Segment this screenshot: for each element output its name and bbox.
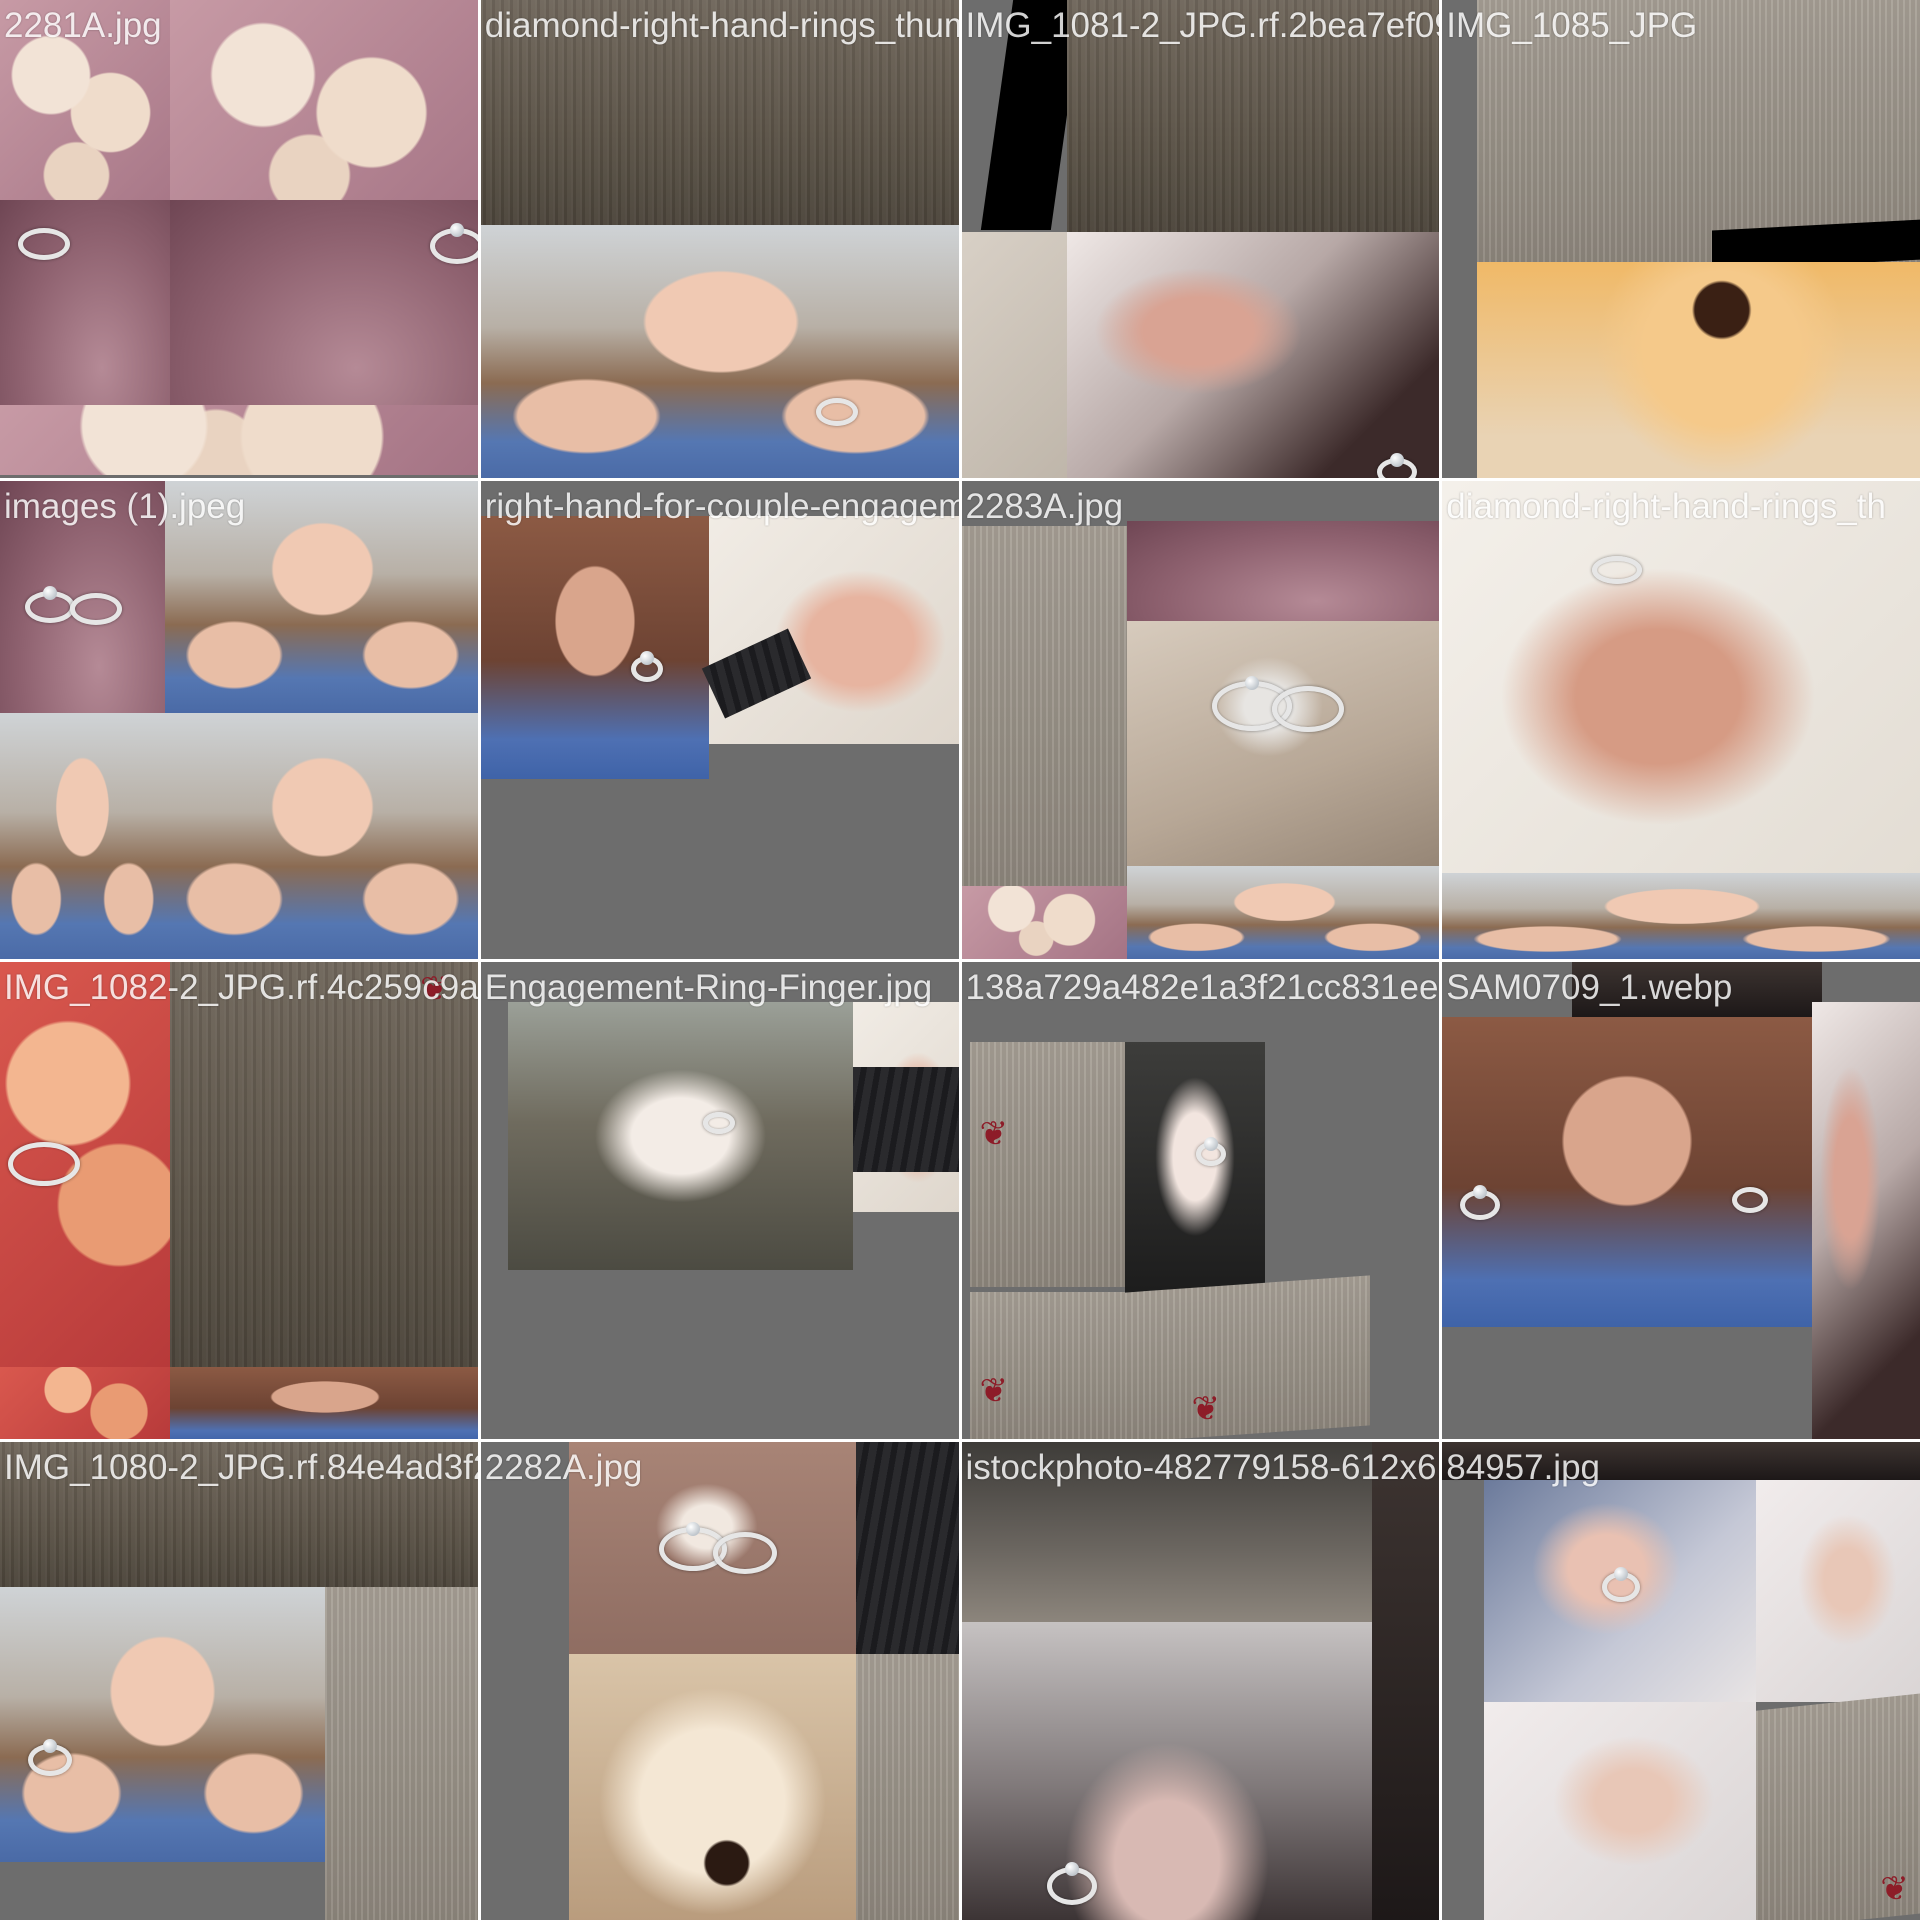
grid-tile[interactable]: 2282A.jpg: [480, 1442, 959, 1920]
flowers-photo: [0, 405, 478, 475]
wood-photo: [1066, 0, 1440, 232]
portrait-photo: [0, 712, 165, 959]
butterfly-icon: ❦: [1191, 1389, 1221, 1428]
butterfly-icon: ❦: [1880, 1870, 1909, 1909]
portrait-photo: [0, 1587, 325, 1863]
wood-photo: [969, 1041, 1125, 1287]
portrait-photo: [480, 515, 709, 779]
pink-table-photo: [1126, 520, 1440, 621]
butterfly-icon: ❦: [979, 1114, 1009, 1153]
grid-tile[interactable]: SAM0709_1.webp: [1442, 961, 1920, 1440]
grid-tile[interactable]: images (1).jpeg: [0, 480, 478, 959]
wood-photo: [170, 961, 478, 1367]
portrait-photo: [170, 1366, 478, 1440]
wood-photo: [969, 1291, 1125, 1440]
grid-tile[interactable]: ❦ 84957.jpg: [1442, 1442, 1920, 1920]
grid-tile[interactable]: ❦ ❦ ❦ 138a729a482e1a3f21cc831ee5391d2e0.…: [961, 961, 1440, 1440]
hand-photo: [1442, 480, 1920, 873]
flowers-photo: [961, 885, 1127, 959]
hand-photo: [1812, 1001, 1920, 1440]
wood-photo: [0, 1442, 478, 1588]
grid-tile[interactable]: ❦ IMG_1082-2_JPG.rf.4c259c9a8ca6c5bef756…: [0, 961, 478, 1440]
portrait-photo: [480, 225, 959, 478]
hand-photo: [507, 1001, 853, 1270]
portrait-photo: [165, 480, 478, 713]
portrait-photo: [165, 712, 478, 959]
ring-icon: [18, 228, 70, 260]
wood-photo: [480, 0, 959, 225]
paper-photo: [1126, 620, 1440, 866]
portrait-photo: [1442, 872, 1920, 959]
hands-photo: [1484, 1702, 1757, 1920]
wood-photo: [855, 1654, 959, 1920]
file-caption: 2283A.jpg: [965, 486, 1124, 526]
ring-icon: [1046, 1862, 1097, 1906]
hand-photo: [1124, 1041, 1265, 1297]
ring-icon: [1460, 1184, 1501, 1220]
grid-tile[interactable]: IMG_1080-2_JPG.rf.84e4ad3f2bfe9cfb3a30: [0, 1442, 478, 1920]
dark-photo: [1572, 961, 1823, 1017]
ring-icon: [630, 650, 663, 682]
grid-tile[interactable]: istockphoto-482779158-612x612.jpg: [961, 1442, 1440, 1920]
textured-photo: [961, 232, 1067, 478]
grid-tile[interactable]: right-hand-for-couple-engagement-ring-11: [480, 480, 959, 959]
sleeve-photo: [852, 1066, 959, 1172]
ring-icon: [1271, 685, 1344, 732]
grid-tile[interactable]: diamond-right-hand-rings_th: [1442, 480, 1920, 959]
ring-icon: [8, 1141, 80, 1186]
portrait-photo: [1126, 865, 1440, 959]
wood-photo: [1124, 1274, 1370, 1440]
ring-icon: [25, 585, 75, 623]
woman-photo: [1066, 232, 1440, 478]
ring-icon: [1376, 453, 1417, 478]
pink-table-photo: [170, 200, 478, 410]
ring-icon: [430, 223, 478, 264]
file-caption: 138a729a482e1a3f21cc831ee5391d2e0.jpg: [965, 967, 1440, 1007]
grid-tile[interactable]: IMG_1085_JPG: [1442, 0, 1920, 478]
grid-tile[interactable]: diamond-right-hand-rings_thumb4.jpg: [480, 0, 959, 478]
ring-icon: [712, 1532, 777, 1575]
ring-icon: [1195, 1136, 1226, 1166]
butterfly-icon: ❦: [979, 1371, 1009, 1410]
wood-photo: [325, 1587, 478, 1920]
grid-tile[interactable]: 2283A.jpg: [961, 480, 1440, 959]
wood-photo: [961, 525, 1127, 886]
ring-icon: [815, 398, 858, 426]
woman-photo: [961, 1622, 1372, 1920]
flower-photo: [568, 1654, 856, 1920]
ring-icon: [702, 1111, 735, 1134]
image-grid: 2281A.jpg diamond-right-hand-rings_thumb…: [0, 0, 1920, 1920]
ring-icon: [70, 592, 122, 625]
butterfly-icon: ❦: [420, 969, 449, 1008]
paper-photo: [961, 1442, 1372, 1623]
flower-photo: [0, 1366, 170, 1440]
flower-photo: [1477, 262, 1920, 478]
ring-icon: [1732, 1186, 1769, 1213]
hands-photo: [1756, 1480, 1920, 1703]
grid-tile[interactable]: IMG_1081-2_JPG.rf.2bea7ef09ab2d85ab1935c…: [961, 0, 1440, 478]
hands-photo: [708, 515, 959, 744]
dark-photo: [1371, 1442, 1440, 1920]
dark-photo: [1442, 1442, 1920, 1481]
ring-icon: [1592, 555, 1643, 584]
grid-tile[interactable]: Engagement-Ring-Finger.jpg: [480, 961, 959, 1440]
sleeve-photo: [855, 1442, 959, 1655]
portrait-photo: [1442, 1016, 1813, 1327]
grid-tile[interactable]: 2281A.jpg: [0, 0, 478, 478]
